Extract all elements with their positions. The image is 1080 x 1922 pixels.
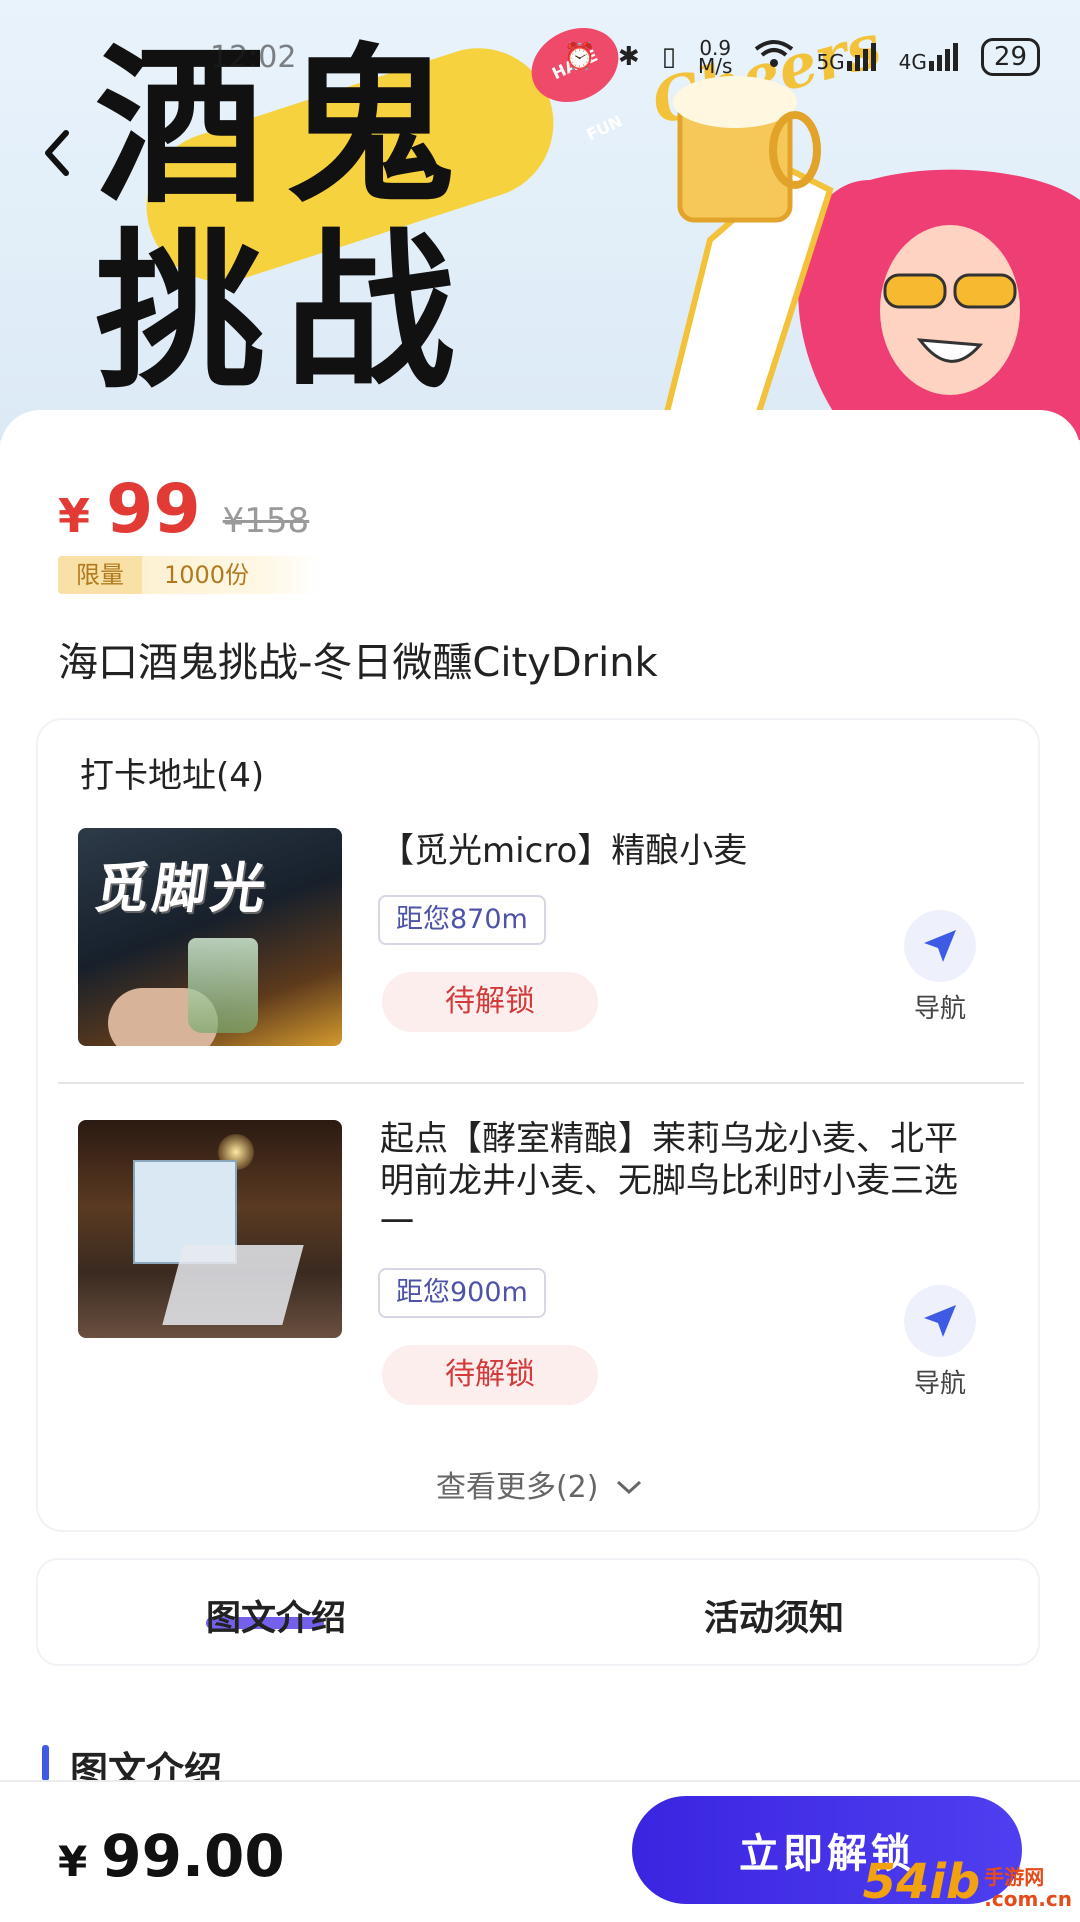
chevron-down-icon (617, 1480, 642, 1495)
nav-circle (904, 1285, 976, 1357)
checkpoint-header: 打卡地址(4) (80, 756, 265, 796)
distance-badge: 距您870m (378, 895, 546, 945)
chevron-left-icon (45, 130, 69, 176)
watermark-logo: 54ib (862, 1854, 981, 1910)
navigate-label: 导航 (913, 994, 966, 1024)
signal-5g-icon: 5G (816, 43, 876, 74)
battery-indicator: 29 (980, 38, 1040, 76)
unlock-status-badge: 待解锁 (382, 1345, 598, 1405)
limit-label: 限量 (58, 556, 142, 594)
woman-drinking-illustration (656, 76, 1080, 440)
event-title: 海口酒鬼挑战-冬日微醺CityDrink (58, 640, 658, 686)
photo-chair (162, 1245, 304, 1325)
watermark-sub: 手游网 .com.cn (984, 1865, 1072, 1911)
alarm-icon: ⏰ (563, 42, 596, 72)
signal-4g-icon: 4G (898, 43, 959, 74)
site-watermark: 54ib 手游网 .com.cn (863, 1854, 1072, 1910)
bottom-price-currency: ¥ (58, 1837, 88, 1886)
navigation-arrow-icon (924, 930, 956, 962)
distance-badge: 距您900m (378, 1268, 546, 1318)
limit-value: 1000份 (142, 556, 320, 594)
divider (58, 1082, 1024, 1084)
see-more-label: 查看更多(2) (435, 1470, 599, 1505)
price-row: ¥ 99 ¥158 (58, 470, 309, 549)
signal-4g-label: 4G (898, 50, 927, 74)
unlock-status-badge: 待解锁 (382, 972, 598, 1032)
vibrate-icon: ▯ (661, 42, 677, 72)
navigate-label: 导航 (913, 1369, 966, 1399)
status-bar: 12:02 ⏰ ✱ ▯ 0.9 M/s 5G 4G 29 (0, 0, 1080, 110)
tab-notice[interactable]: 活动须知 (704, 1590, 844, 1641)
navigate-button[interactable]: 导航 (900, 1285, 980, 1400)
bottom-price: ¥99.00 (58, 1822, 285, 1890)
back-button[interactable] (36, 125, 80, 181)
venue-name[interactable]: 【觅光micro】精酿小麦 (380, 830, 940, 872)
bottom-price-value: 99.00 (101, 1822, 285, 1890)
venue-photo[interactable]: 觅脚光 (78, 828, 342, 1046)
price-value: 99 (106, 470, 201, 549)
signal-5g-label: 5G (816, 50, 845, 74)
photo-sign-text: 觅脚光 (90, 857, 274, 920)
network-speed: 0.9 M/s (698, 36, 733, 78)
banner-title-line2: 挑战 (95, 212, 476, 412)
section-accent-bar (42, 1745, 49, 1781)
see-more-button[interactable]: 查看更多(2) (0, 1462, 1080, 1506)
limit-badge: 限量 1000份 (58, 556, 320, 594)
status-time: 12:02 (210, 40, 297, 75)
tabs-card (38, 1560, 1038, 1664)
navigation-arrow-icon (924, 1305, 956, 1337)
tab-intro[interactable]: 图文介绍 (206, 1590, 346, 1641)
status-icons: ⏰ ✱ ▯ 0.9 M/s 5G 4G 29 (564, 38, 1040, 76)
venue-photo[interactable] (78, 1120, 342, 1338)
original-price: ¥158 (222, 501, 310, 541)
venue-name[interactable]: 起点【酵室精酿】茉莉乌龙小麦、北平明前龙井小麦、无脚鸟比利时小麦三选一 (380, 1118, 990, 1244)
price-currency: ¥ (58, 489, 91, 543)
photo-glass (188, 938, 258, 1033)
navigate-button[interactable]: 导航 (900, 910, 980, 1025)
nav-circle (904, 910, 976, 982)
wifi-icon (754, 39, 794, 76)
bluetooth-icon: ✱ (617, 42, 640, 72)
